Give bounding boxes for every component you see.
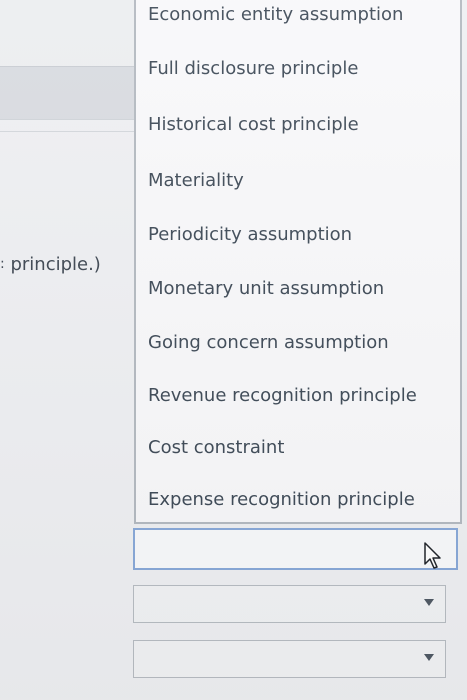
mouse-pointer-icon	[424, 542, 441, 569]
option-materiality[interactable]: Materiality	[136, 154, 460, 208]
active-select-field[interactable]	[133, 528, 458, 570]
answer-select-1[interactable]	[133, 585, 446, 623]
background-panel-top	[0, 0, 145, 66]
option-full-disclosure-principle[interactable]: Full disclosure principle	[136, 42, 460, 96]
fragment-text: principle.)	[10, 254, 101, 275]
option-monetary-unit-assumption[interactable]: Monetary unit assumption	[136, 262, 460, 316]
dropdown-options-list[interactable]: Economic entity assumption Full disclosu…	[134, 0, 462, 524]
option-cost-constraint[interactable]: Cost constraint	[136, 421, 460, 475]
answer-select-2[interactable]	[133, 640, 446, 678]
option-revenue-recognition-principle[interactable]: Revenue recognition principle	[136, 369, 460, 423]
option-periodicity-assumption[interactable]: Periodicity assumption	[136, 208, 460, 262]
option-historical-cost-principle[interactable]: Historical cost principle	[136, 98, 460, 152]
fragment-prefix-mark: :	[0, 256, 5, 272]
background-panel-highlight	[0, 66, 145, 120]
option-going-concern-assumption[interactable]: Going concern assumption	[136, 316, 460, 370]
option-economic-entity-assumption[interactable]: Economic entity assumption	[136, 0, 460, 42]
question-text-fragment: : principle.)	[0, 254, 101, 275]
chevron-down-icon	[424, 599, 434, 606]
option-expense-recognition-principle[interactable]: Expense recognition principle	[136, 473, 460, 527]
chevron-down-icon	[424, 654, 434, 661]
background-divider	[0, 131, 145, 132]
